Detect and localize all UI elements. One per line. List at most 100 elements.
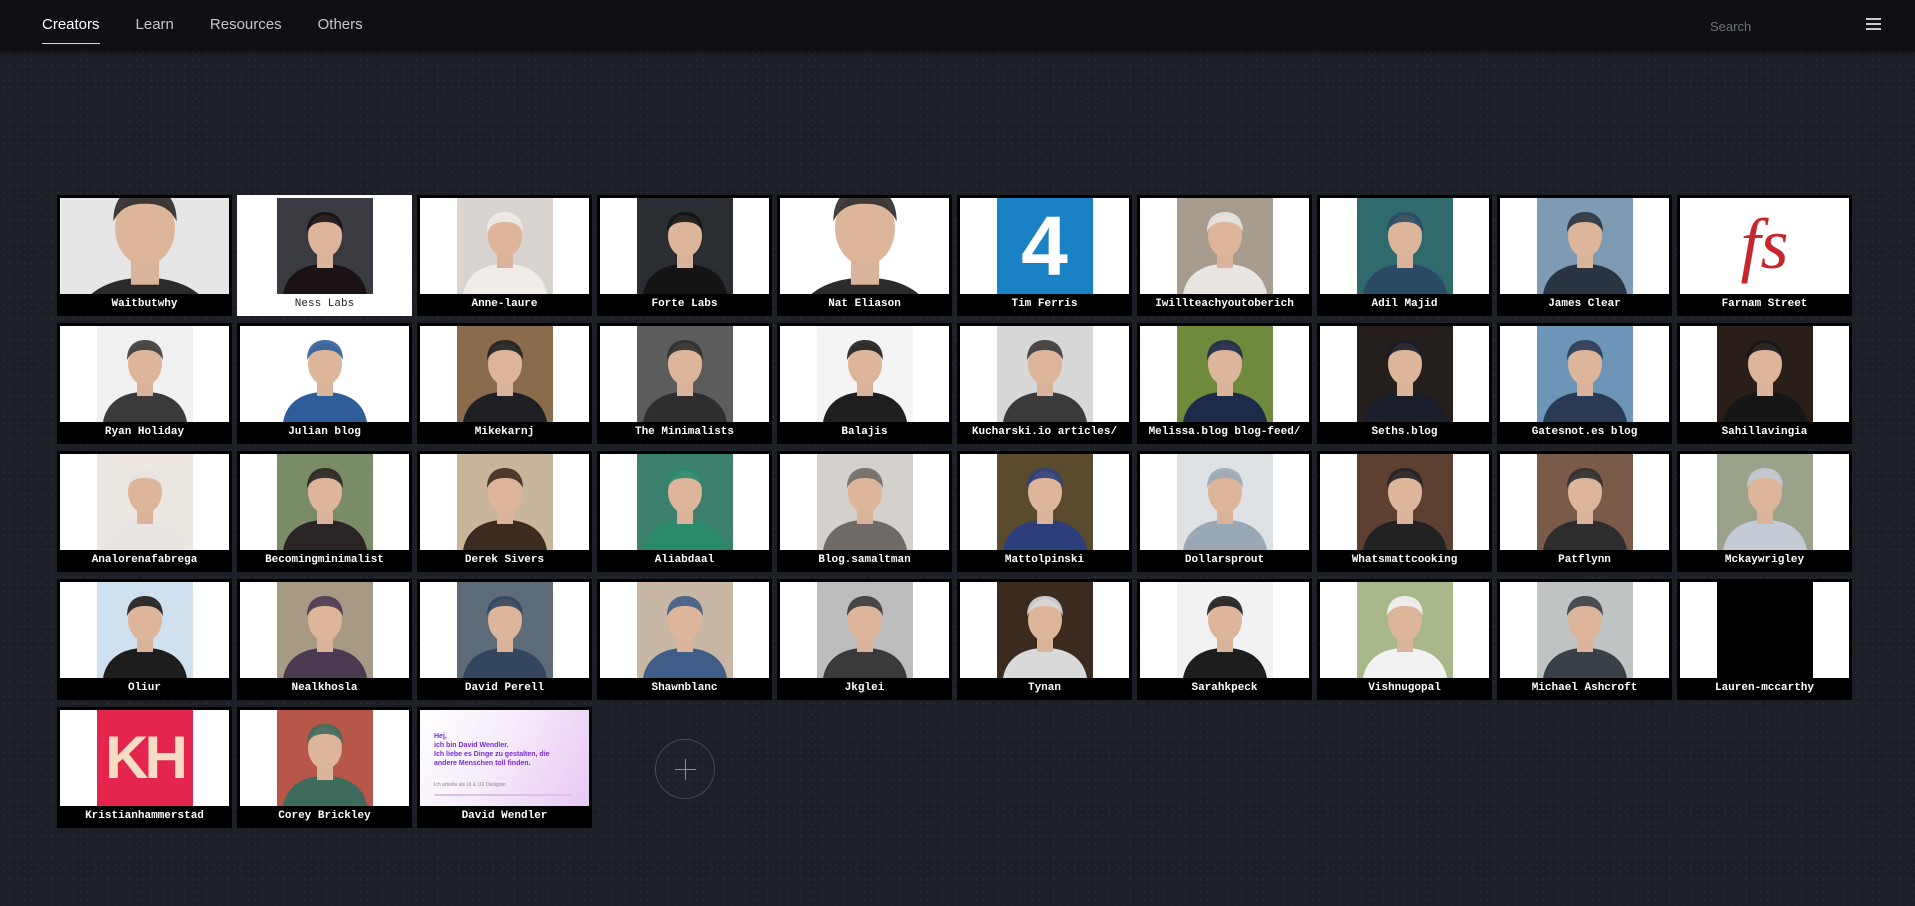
creator-image bbox=[456, 454, 553, 550]
creator-card-jkglei[interactable]: Jkglei bbox=[777, 579, 952, 700]
creator-image bbox=[456, 198, 553, 294]
creator-name: Shawnblanc bbox=[651, 682, 718, 694]
creator-name: Corey Brickley bbox=[278, 810, 371, 822]
creator-card-melissa-blog-blog-feed[interactable]: Melissa.blog blog-feed/ bbox=[1137, 323, 1312, 444]
creator-card-michael-ashcroft[interactable]: Michael Ashcroft bbox=[1497, 579, 1672, 700]
creator-thumbnail: 4 bbox=[960, 198, 1129, 294]
creator-card-tim-ferris[interactable]: 4 Tim Ferris bbox=[957, 195, 1132, 316]
creator-card-ness-labs[interactable]: Ness Labs bbox=[237, 195, 412, 316]
creator-thumbnail bbox=[780, 198, 949, 294]
creator-card-analorenafabrega[interactable]: Analorenafabrega bbox=[57, 451, 232, 572]
creator-card-shawnblanc[interactable]: Shawnblanc bbox=[597, 579, 772, 700]
creator-thumbnail bbox=[1680, 454, 1849, 550]
creator-name: Patflynn bbox=[1558, 554, 1611, 566]
creator-card-mikekarnj[interactable]: Mikekarnj bbox=[417, 323, 592, 444]
logo-text: 4 bbox=[1021, 199, 1068, 293]
add-creator-button[interactable] bbox=[655, 739, 715, 799]
creator-card-kucharski-io-articles[interactable]: Kucharski.io articles/ bbox=[957, 323, 1132, 444]
creator-thumbnail bbox=[1140, 326, 1309, 422]
creator-thumbnail bbox=[1500, 198, 1669, 294]
creator-name: Mikekarnj bbox=[474, 426, 535, 438]
nav-label: Resources bbox=[209, 16, 282, 33]
creator-thumbnail bbox=[1140, 582, 1309, 678]
creator-card-mckaywrigley[interactable]: Mckaywrigley bbox=[1677, 451, 1852, 572]
creator-image bbox=[1536, 198, 1633, 294]
hamburger-menu-icon[interactable] bbox=[1866, 18, 1881, 32]
creator-card-oliur[interactable]: Oliur bbox=[57, 579, 232, 700]
creator-card-waitbutwhy[interactable]: Waitbutwhy bbox=[57, 195, 232, 316]
creator-card-anne-laure[interactable]: Anne-laure bbox=[417, 195, 592, 316]
creator-card-lauren-mccarthy[interactable]: Lauren-mccarthy bbox=[1677, 579, 1852, 700]
creator-thumbnail bbox=[240, 326, 409, 422]
creator-card-tynan[interactable]: Tynan bbox=[957, 579, 1132, 700]
creator-image bbox=[1716, 326, 1813, 422]
creator-image bbox=[996, 454, 1093, 550]
nav-resources[interactable]: Resources bbox=[210, 0, 282, 51]
creator-thumbnail bbox=[1500, 582, 1669, 678]
nav-others[interactable]: Others bbox=[318, 0, 363, 51]
creator-card-james-clear[interactable]: James Clear bbox=[1497, 195, 1672, 316]
creator-card-david-perell[interactable]: David Perell bbox=[417, 579, 592, 700]
creator-image bbox=[1176, 198, 1273, 294]
creator-card-sarahkpeck[interactable]: Sarahkpeck bbox=[1137, 579, 1312, 700]
creator-thumbnail bbox=[420, 582, 589, 678]
creator-card-adil-majid[interactable]: Adil Majid bbox=[1317, 195, 1492, 316]
creator-thumbnail: KH bbox=[60, 710, 229, 806]
creator-card-whatsmattcooking[interactable]: Whatsmattcooking bbox=[1317, 451, 1492, 572]
creator-card-blog-samaltman[interactable]: Blog.samaltman bbox=[777, 451, 952, 572]
creator-card-patflynn[interactable]: Patflynn bbox=[1497, 451, 1672, 572]
creator-card-aliabdaal[interactable]: Aliabdaal bbox=[597, 451, 772, 572]
creator-card-dollarsprout[interactable]: Dollarsprout bbox=[1137, 451, 1312, 572]
creator-card-david-wendler[interactable]: Hej, ich bin David Wendler. Ich liebe es D… bbox=[417, 707, 592, 828]
preview-text: ich bin David Wendler. bbox=[434, 742, 509, 749]
creator-card-forte-labs[interactable]: Forte Labs bbox=[597, 195, 772, 316]
creator-name: Derek Sivers bbox=[464, 554, 545, 566]
creator-image: KH bbox=[96, 710, 193, 806]
nav-learn[interactable]: Learn bbox=[136, 0, 174, 51]
creator-card-nealkhosla[interactable]: Nealkhosla bbox=[237, 579, 412, 700]
creator-thumbnail bbox=[600, 198, 769, 294]
creator-thumbnail bbox=[600, 582, 769, 678]
creator-image bbox=[636, 198, 733, 294]
creator-thumbnail bbox=[1680, 326, 1849, 422]
creator-name: Dollarsprout bbox=[1184, 554, 1265, 566]
creator-card-iwillteachyoutoberich[interactable]: Iwillteachyoutoberich bbox=[1137, 195, 1312, 316]
creator-image bbox=[276, 326, 373, 422]
creator-card-seths-blog[interactable]: Seths.blog bbox=[1317, 323, 1492, 444]
creator-name: Sarahkpeck bbox=[1191, 682, 1258, 694]
creator-card-corey-brickley[interactable]: Corey Brickley bbox=[237, 707, 412, 828]
creator-card-sahillavingia[interactable]: Sahillavingia bbox=[1677, 323, 1852, 444]
search-input[interactable] bbox=[1708, 13, 1872, 39]
top-navigation-bar: Creators Learn Resources Others bbox=[0, 0, 1915, 51]
creator-name: Analorenafabrega bbox=[91, 554, 198, 566]
creator-name: Forte Labs bbox=[651, 298, 718, 310]
nav-label: Others bbox=[317, 16, 363, 33]
creator-card-vishnugopal[interactable]: Vishnugopal bbox=[1317, 579, 1492, 700]
creator-image: Hej, ich bin David Wendler. Ich liebe es D… bbox=[420, 710, 589, 806]
creator-card-farnam-street[interactable]: fs Farnam Street bbox=[1677, 195, 1852, 316]
creator-thumbnail bbox=[1140, 198, 1309, 294]
creator-thumbnail bbox=[1140, 454, 1309, 550]
creator-image bbox=[1716, 582, 1813, 678]
creator-card-derek-sivers[interactable]: Derek Sivers bbox=[417, 451, 592, 572]
creator-card-kristianhammerstad[interactable]: KH Kristianhammerstad bbox=[57, 707, 232, 828]
creator-name: James Clear bbox=[1548, 298, 1621, 310]
creator-image bbox=[1536, 454, 1633, 550]
creator-card-nat-eliason[interactable]: Nat Eliason bbox=[777, 195, 952, 316]
creator-image bbox=[1176, 582, 1273, 678]
creator-image bbox=[1716, 454, 1813, 550]
creator-card-the-minimalists[interactable]: The Minimalists bbox=[597, 323, 772, 444]
creator-card-balajis[interactable]: Balajis bbox=[777, 323, 952, 444]
creator-card-julian-blog[interactable]: Julian blog bbox=[237, 323, 412, 444]
nav-label: Learn bbox=[135, 16, 174, 33]
creator-thumbnail bbox=[1320, 582, 1489, 678]
creator-card-becomingminimalist[interactable]: Becomingminimalist bbox=[237, 451, 412, 572]
creator-name: Nat Eliason bbox=[828, 298, 901, 310]
creator-card-mattolpinski[interactable]: Mattolpinski bbox=[957, 451, 1132, 572]
nav-creators[interactable]: Creators bbox=[42, 0, 100, 51]
creator-card-gatesnot-es-blog[interactable]: Gatesnot.es blog bbox=[1497, 323, 1672, 444]
creator-card-ryan-holiday[interactable]: Ryan Holiday bbox=[57, 323, 232, 444]
main-nav: Creators Learn Resources Others bbox=[42, 0, 399, 51]
creator-thumbnail bbox=[960, 326, 1129, 422]
creator-name: Michael Ashcroft bbox=[1531, 682, 1638, 694]
